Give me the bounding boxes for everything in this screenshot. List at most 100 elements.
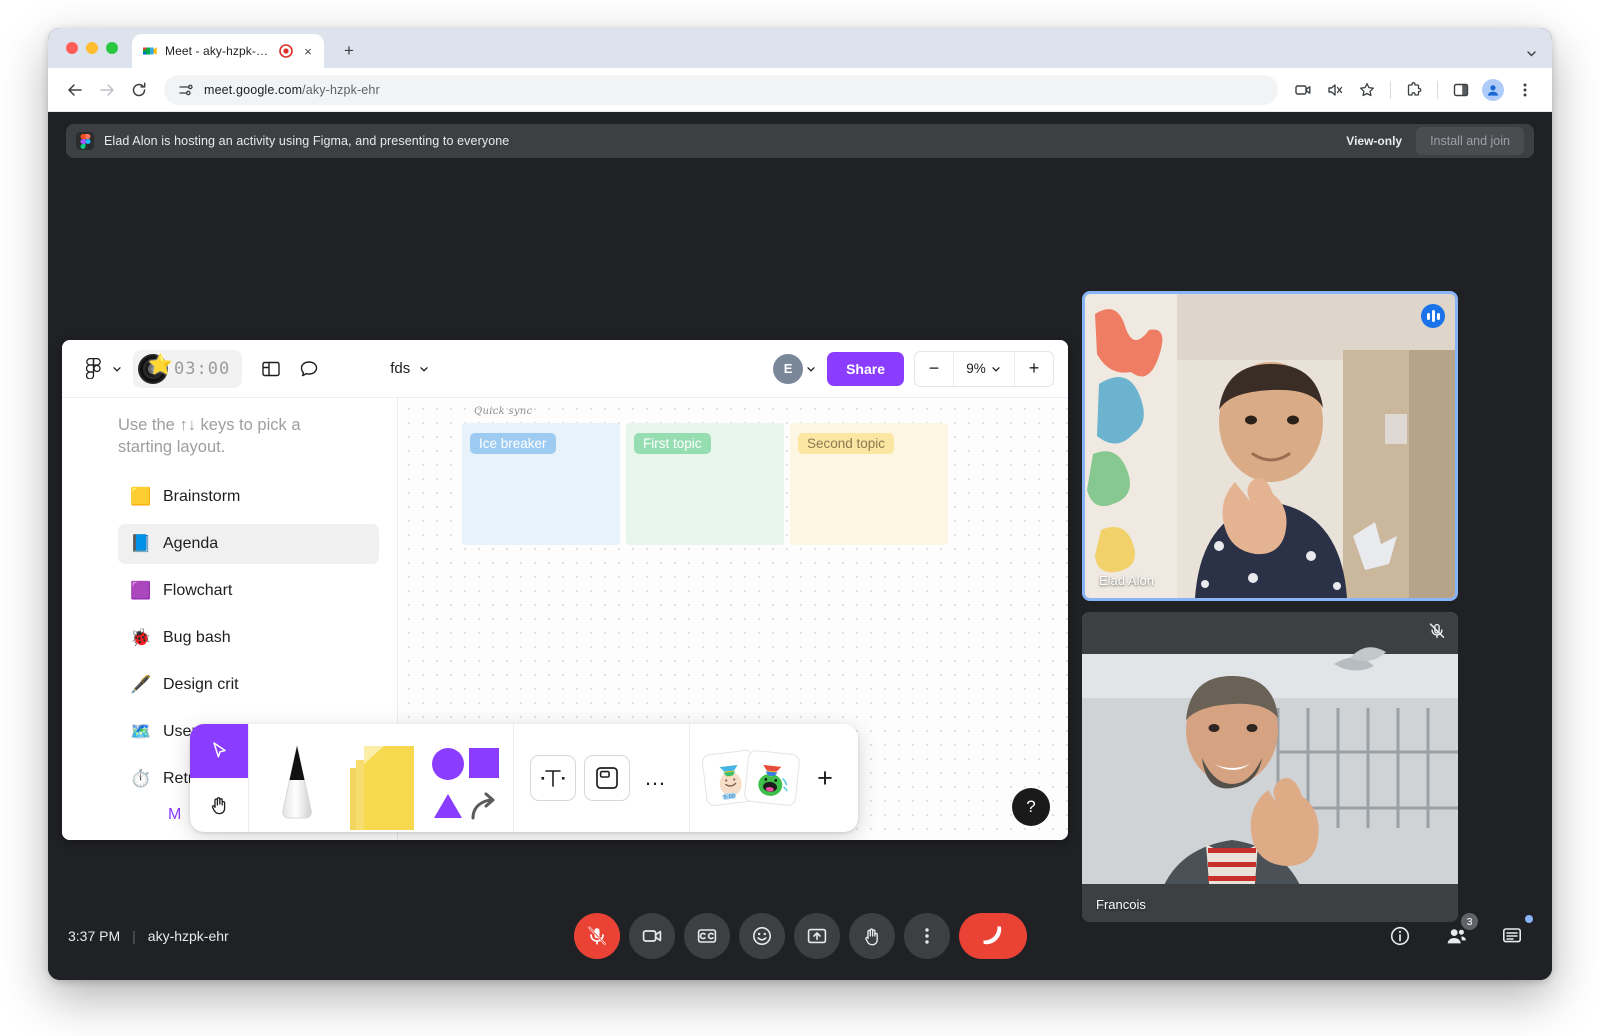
layout-option-label: Agenda [163, 534, 219, 552]
chevron-down-icon[interactable] [805, 363, 817, 375]
bug-icon: 🐞 [130, 627, 152, 647]
sticky-note-icon: 🟨 [130, 486, 152, 506]
emoji-reactions-button[interactable] [738, 913, 785, 959]
back-button[interactable] [60, 75, 90, 105]
shapes-icon[interactable] [423, 724, 507, 832]
participant-name: Francois [1096, 897, 1146, 912]
address-bar-url: meet.google.com/aky-hzpk-ehr [204, 83, 380, 97]
recording-indicator[interactable] [279, 44, 293, 58]
agenda-card-label: Ice breaker [470, 433, 556, 454]
vinyl-record-icon: ⭐ [138, 353, 173, 385]
media-cast-icon[interactable] [1288, 75, 1318, 105]
figma-logo-icon[interactable] [76, 352, 110, 386]
share-button[interactable]: Share [827, 351, 904, 386]
tab-list-chevron-icon[interactable] [1525, 47, 1538, 60]
participants-button[interactable]: 3 [1436, 913, 1478, 956]
frame-icon[interactable] [584, 755, 630, 801]
chevron-down-icon[interactable] [111, 363, 123, 375]
new-tab-button[interactable]: + [338, 39, 360, 61]
install-and-join-button[interactable]: Install and join [1416, 127, 1524, 155]
figma-menu[interactable] [76, 352, 123, 386]
layout-panel-icon[interactable] [254, 352, 288, 386]
participant-tile-elad-alon[interactable]: Elad Alon [1082, 291, 1458, 601]
url-host: meet.google.com [204, 82, 303, 97]
layout-option-label: Design crit [163, 675, 239, 693]
layout-option-agenda[interactable]: 📘 Agenda [118, 523, 379, 564]
participant-video [1082, 612, 1458, 922]
help-button[interactable]: ? [1012, 788, 1050, 826]
cursor-select-icon[interactable] [190, 724, 248, 778]
profile-avatar-icon[interactable] [1478, 75, 1508, 105]
figma-document-name[interactable]: fds [390, 360, 430, 377]
info-separator: | [132, 928, 136, 944]
browser-menu-icon[interactable] [1510, 75, 1540, 105]
maximize-window-button[interactable] [106, 42, 118, 54]
side-panel-icon[interactable] [1446, 75, 1476, 105]
agenda-book-icon: 📘 [130, 533, 152, 553]
participant-name: Elad Alon [1099, 573, 1154, 588]
present-screen-button[interactable] [793, 913, 840, 959]
end-call-button[interactable] [958, 913, 1027, 959]
browser-tab[interactable]: Meet - aky-hzpk-ehr × [132, 34, 324, 68]
close-tab-button[interactable]: × [300, 43, 316, 59]
layout-option-brainstorm[interactable]: 🟨 Brainstorm [118, 477, 379, 517]
participant-tile-francois[interactable]: Francois [1082, 612, 1458, 922]
captions-button[interactable] [683, 913, 730, 959]
forward-button[interactable] [92, 75, 122, 105]
site-settings-icon[interactable] [178, 82, 194, 98]
chat-button[interactable] [1492, 915, 1533, 956]
chevron-down-icon[interactable] [418, 363, 430, 375]
map-icon: 🗺️ [130, 721, 152, 741]
microphone-off-button[interactable] [573, 913, 620, 959]
zoom-in-button[interactable]: + [1015, 352, 1053, 386]
more-tools-button[interactable]: … [638, 765, 673, 791]
extensions-icon[interactable] [1399, 75, 1429, 105]
agenda-card[interactable]: Ice breaker [462, 423, 620, 545]
layout-option-flowchart[interactable]: 🟪 Flowchart [118, 571, 379, 611]
bookmark-star-icon[interactable] [1352, 75, 1382, 105]
text-tool-icon[interactable] [530, 755, 576, 801]
zoom-out-button[interactable]: − [915, 352, 953, 386]
agenda-card[interactable]: Second topic [790, 423, 948, 545]
collaborator-avatars[interactable]: E [773, 353, 817, 384]
add-sticker-button[interactable]: + [802, 755, 848, 801]
more-options-button[interactable] [903, 913, 950, 959]
party-monster-sticker[interactable] [743, 749, 801, 807]
mute-site-icon[interactable] [1320, 75, 1350, 105]
activity-timer[interactable]: ⭐ 03:00 [133, 349, 243, 388]
google-meet-page: Elad Alon is hosting an activity using F… [48, 112, 1552, 980]
sticky-note-icon[interactable] [339, 724, 423, 832]
reload-button[interactable] [124, 75, 154, 105]
chat-unread-indicator [1525, 915, 1533, 923]
marker-pen-icon[interactable] [255, 724, 339, 832]
figma-canvas[interactable]: Quick sync Ice breaker First topic Secon… [62, 398, 1068, 840]
agenda-cards: Ice breaker First topic Second topic [462, 423, 948, 545]
meeting-details-button[interactable] [1380, 916, 1420, 956]
address-bar[interactable]: meet.google.com/aky-hzpk-ehr [164, 74, 1278, 105]
tab-title: Meet - aky-hzpk-ehr [165, 44, 272, 58]
figma-activity-embed: ⭐ 03:00 fds E Share − 9% + Quick sync Ic… [62, 340, 1068, 840]
zoom-controls: − 9% + [914, 350, 1054, 387]
drawing-tools-group [248, 724, 513, 832]
meet-control-bar: 3:37 PM | aky-hzpk-ehr 3 [48, 892, 1552, 980]
zoom-level-dropdown[interactable]: 9% [953, 351, 1015, 386]
minimize-window-button[interactable] [86, 42, 98, 54]
timer-value: 03:00 [174, 358, 231, 379]
active-speaker-icon [1421, 304, 1445, 328]
close-window-button[interactable] [66, 42, 78, 54]
layout-option-label: Brainstorm [163, 487, 241, 505]
raise-hand-button[interactable] [848, 913, 895, 959]
primary-controls [573, 913, 1027, 959]
agenda-card-label: Second topic [798, 433, 895, 454]
camera-button[interactable] [628, 913, 675, 959]
comment-bubble-icon[interactable] [292, 352, 326, 386]
hand-pan-icon[interactable] [190, 778, 248, 832]
layout-option-bug-bash[interactable]: 🐞 Bug bash [118, 618, 379, 658]
mic-off-icon [1428, 622, 1446, 640]
agenda-card[interactable]: First topic [626, 423, 784, 545]
avatar[interactable]: E [773, 353, 804, 384]
agenda-board: Quick sync Ice breaker First topic Secon… [462, 406, 948, 545]
board-title: Quick sync [474, 406, 533, 417]
browser-window: Meet - aky-hzpk-ehr × + meet.google.com/… [48, 28, 1552, 980]
layout-option-design-crit[interactable]: 🖋️ Design crit [118, 665, 379, 705]
